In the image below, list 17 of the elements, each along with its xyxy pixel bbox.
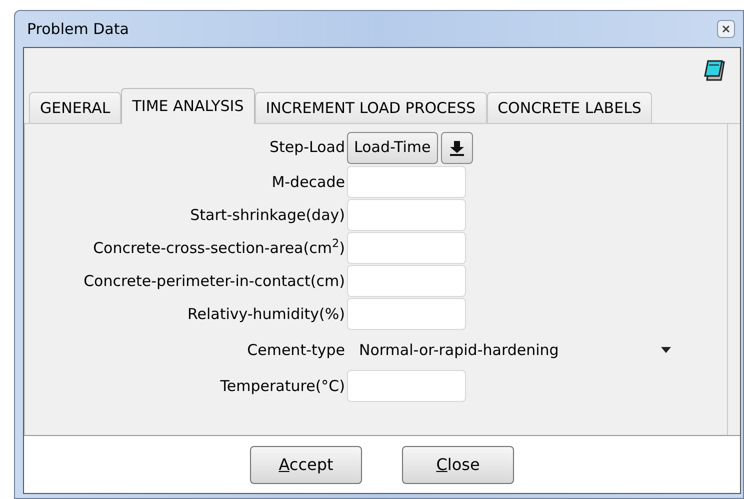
field-label: Relativy-humidity(%) [186, 304, 346, 325]
tab[interactable]: GENERAL [29, 92, 122, 123]
tab[interactable]: TIME ANALYSIS [121, 88, 255, 124]
window-title: Problem Data [27, 18, 129, 40]
field-label: M-decade [270, 172, 346, 193]
load-time-button[interactable]: Load-Time [347, 132, 438, 164]
tab[interactable]: INCREMENT LOAD PROCESS [254, 92, 487, 123]
field-label: Start-shrinkage(day) [189, 204, 346, 226]
field-label: Step-Load [268, 137, 346, 158]
dialog-button[interactable]: Accept [250, 446, 362, 484]
field-label: Temperature(°C) [219, 376, 346, 397]
field-label: Concrete-cross-section-area(cm$^{2}$) [92, 236, 346, 259]
tab[interactable]: CONCRETE LABELS [486, 92, 652, 123]
field-label: Cement-type [246, 340, 346, 361]
dialog-button[interactable]: Close [402, 446, 514, 484]
cement-type-dropdown[interactable]: Normal-or-rapid-hardening [359, 334, 675, 366]
field-label: Concrete-perimeter-in-contact(cm) [82, 270, 346, 292]
